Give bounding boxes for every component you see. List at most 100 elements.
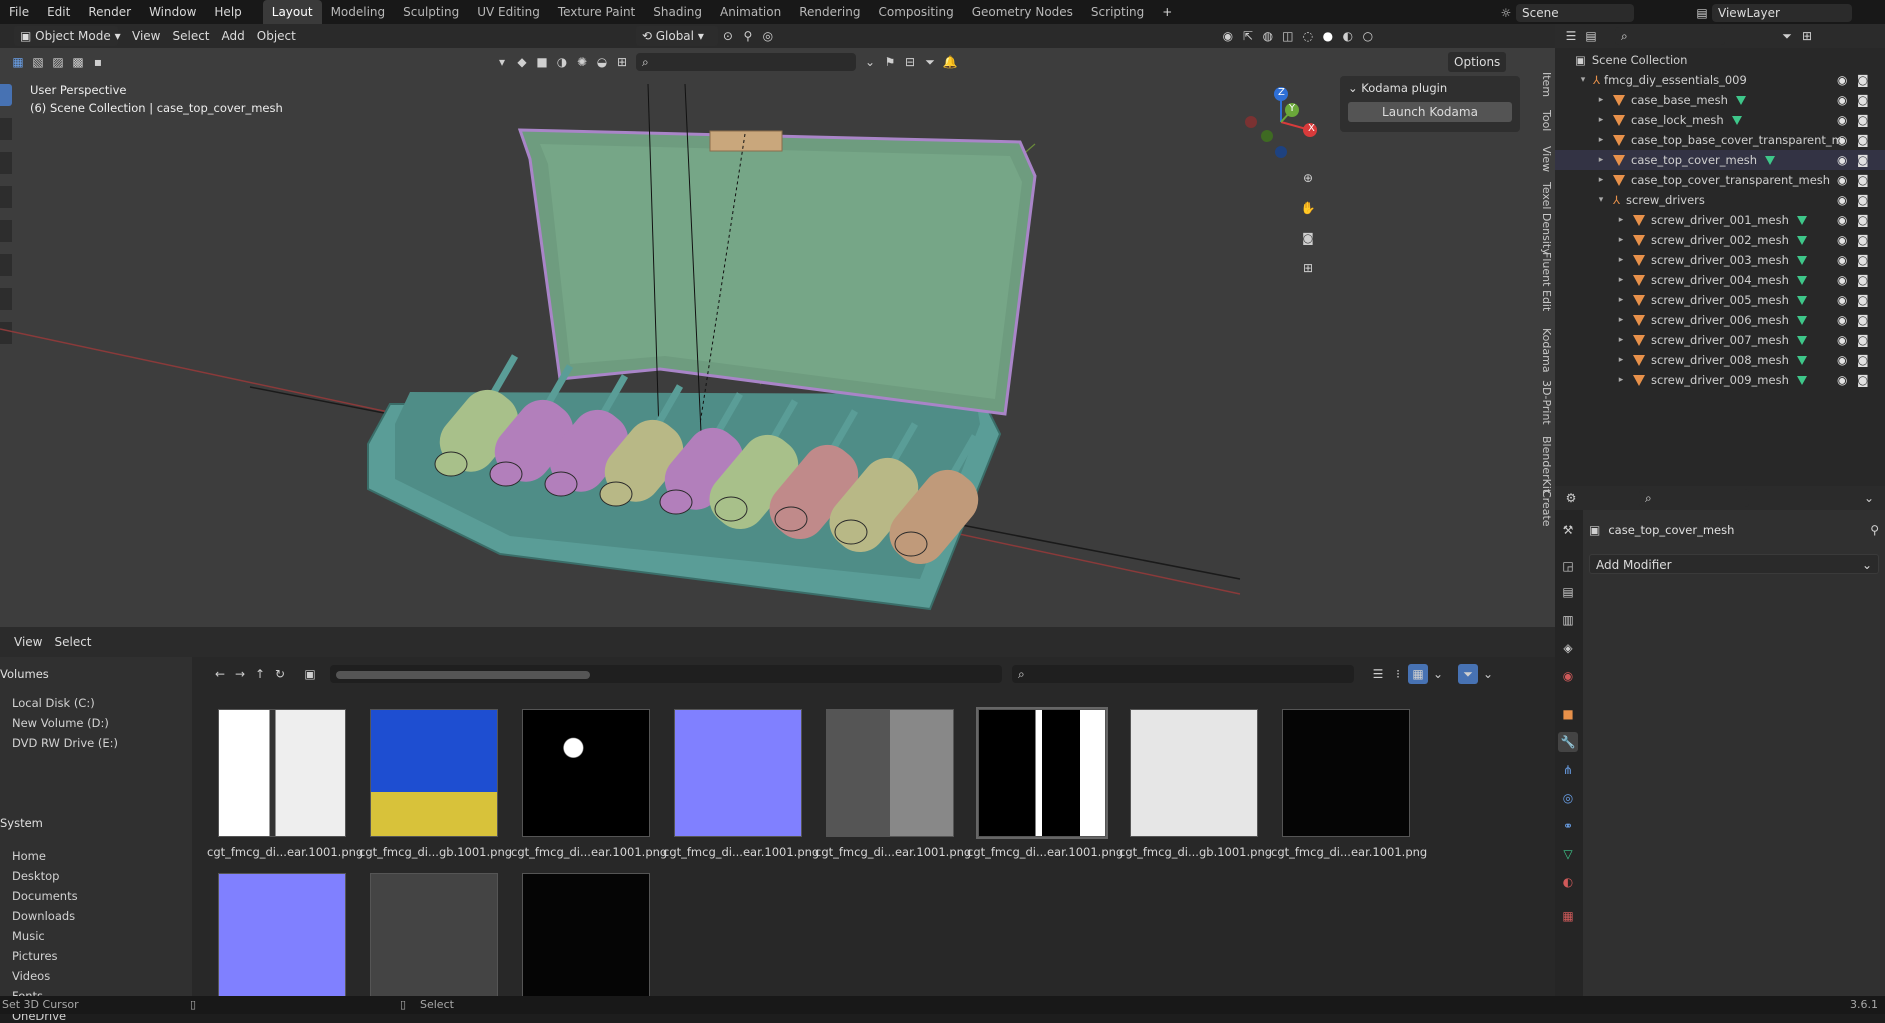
- data-icon[interactable]: ▽: [1558, 844, 1578, 864]
- eye-icon[interactable]: ◉: [1837, 213, 1847, 227]
- tab-shading[interactable]: Shading: [644, 0, 711, 24]
- system-item[interactable]: Desktop: [12, 869, 59, 883]
- expand-icon[interactable]: ▸: [1595, 135, 1607, 145]
- expand-icon[interactable]: ▸: [1615, 315, 1627, 325]
- refresh-icon[interactable]: ↻: [270, 664, 290, 684]
- world-icon[interactable]: ◉: [1558, 666, 1578, 686]
- outliner-row[interactable]: ▸ screw_driver_006_mesh ◉ ◙: [1555, 310, 1885, 330]
- launch-kodama-button[interactable]: Launch Kodama: [1348, 102, 1512, 122]
- expand-icon[interactable]: ▸: [1615, 235, 1627, 245]
- scene-icon[interactable]: ◈: [1558, 638, 1578, 658]
- forward-arrow-icon[interactable]: →: [230, 664, 250, 684]
- camera-icon[interactable]: ◙: [1857, 193, 1869, 207]
- thumbnail-image[interactable]: [370, 873, 498, 1001]
- camera-icon[interactable]: ◙: [1857, 153, 1869, 167]
- options-icon[interactable]: ⌄: [1859, 488, 1879, 508]
- eye-icon[interactable]: ◉: [1837, 373, 1847, 387]
- thumbnail-image[interactable]: [370, 709, 498, 837]
- pin-icon[interactable]: ⚲: [1870, 523, 1879, 537]
- sidebar-tab-view[interactable]: View: [1531, 146, 1553, 172]
- camera-icon[interactable]: ◙: [1857, 113, 1869, 127]
- add-modifier-dropdown[interactable]: Add Modifier ⌄: [1589, 554, 1879, 574]
- camera-icon[interactable]: ◙: [1857, 273, 1869, 287]
- menu-edit[interactable]: Edit: [38, 0, 79, 24]
- list-view-icon[interactable]: ☰: [1368, 664, 1388, 684]
- expand-icon[interactable]: ▸: [1615, 375, 1627, 385]
- object-icon[interactable]: ■: [1558, 704, 1578, 724]
- physics-icon[interactable]: ◎: [1558, 788, 1578, 808]
- menu-file[interactable]: File: [0, 0, 38, 24]
- filter-icon[interactable]: ⏷: [1777, 26, 1797, 46]
- eye-icon[interactable]: ◉: [1837, 133, 1847, 147]
- outliner-row[interactable]: ▸ case_lock_mesh ◉ ◙: [1555, 110, 1885, 130]
- add-workspace-button[interactable]: +: [1153, 0, 1181, 24]
- editor-type-icon[interactable]: ⚙: [1561, 488, 1581, 508]
- sidebar-tab-edit[interactable]: Edit: [1531, 290, 1553, 311]
- expand-icon[interactable]: ▾: [1595, 195, 1607, 205]
- expand-icon[interactable]: ▸: [1615, 355, 1627, 365]
- outliner-row[interactable]: ▸ screw_driver_001_mesh ◉ ◙: [1555, 210, 1885, 230]
- camera-icon[interactable]: ◙: [1857, 133, 1869, 147]
- camera-icon[interactable]: ◙: [1857, 233, 1869, 247]
- sidebar-tab-fluent[interactable]: Fluent: [1531, 252, 1553, 286]
- camera-icon[interactable]: ◙: [1857, 93, 1869, 107]
- sidebar-tab-3d-print[interactable]: 3D-Print: [1531, 380, 1553, 425]
- camera-icon[interactable]: ◙: [1857, 213, 1869, 227]
- eye-icon[interactable]: ◉: [1837, 313, 1847, 327]
- sidebar-tab-item[interactable]: Item: [1531, 72, 1553, 97]
- parent-dir-icon[interactable]: ↑: [250, 664, 270, 684]
- tab-animation[interactable]: Animation: [711, 0, 790, 24]
- system-item[interactable]: Documents: [12, 889, 78, 903]
- expand-icon[interactable]: ▸: [1615, 335, 1627, 345]
- thumbnail-image[interactable]: [1130, 709, 1258, 837]
- view-layer-icon[interactable]: ▥: [1558, 610, 1578, 630]
- outliner-row[interactable]: ▸ case_base_mesh ◉ ◙: [1555, 90, 1885, 110]
- eye-icon[interactable]: ◉: [1837, 153, 1847, 167]
- system-item[interactable]: Pictures: [12, 949, 58, 963]
- tab-texture-paint[interactable]: Texture Paint: [549, 0, 644, 24]
- tab-sculpting[interactable]: Sculpting: [394, 0, 468, 24]
- tab-rendering[interactable]: Rendering: [790, 0, 869, 24]
- thumbnail-image[interactable]: [674, 709, 802, 837]
- eye-icon[interactable]: ◉: [1837, 273, 1847, 287]
- new-folder-icon[interactable]: ▣: [300, 664, 320, 684]
- editor-type-icon[interactable]: ☰: [1561, 26, 1581, 46]
- 3d-viewport[interactable]: ▣ Object Mode ▾ View Select Add Object ⟲ Gl…: [0, 24, 1555, 627]
- viewlayer-field[interactable]: ViewLayer: [1712, 4, 1852, 22]
- texture-icon[interactable]: ▦: [1558, 906, 1578, 926]
- expand-icon[interactable]: ▸: [1595, 95, 1607, 105]
- path-input[interactable]: [330, 665, 1002, 683]
- menu-help[interactable]: Help: [205, 0, 250, 24]
- camera-icon[interactable]: ◙: [1857, 253, 1869, 267]
- thumbnail-image[interactable]: [522, 709, 650, 837]
- camera-icon[interactable]: ◙: [1857, 353, 1869, 367]
- eye-icon[interactable]: ◉: [1837, 173, 1847, 187]
- system-item[interactable]: Videos: [12, 969, 50, 983]
- thumbnail-image[interactable]: [976, 707, 1108, 839]
- system-item[interactable]: Music: [12, 929, 45, 943]
- pan-hand-icon[interactable]: ✋: [1298, 198, 1318, 218]
- sidebar-tab-tool[interactable]: Tool: [1531, 110, 1553, 131]
- eye-icon[interactable]: ◉: [1837, 193, 1847, 207]
- outliner-row[interactable]: ▾ ⅄ screw_drivers ◉ ◙: [1555, 190, 1885, 210]
- outliner-row[interactable]: ▸ screw_driver_007_mesh ◉ ◙: [1555, 330, 1885, 350]
- outliner-row[interactable]: ▸ case_top_base_cover_transparent_m ◉ ◙: [1555, 130, 1885, 150]
- eye-icon[interactable]: ◉: [1837, 113, 1847, 127]
- tab-layout[interactable]: Layout: [262, 0, 322, 24]
- expand-icon[interactable]: ▾: [1577, 75, 1589, 85]
- menu-window[interactable]: Window: [140, 0, 205, 24]
- outliner-row[interactable]: ▸ screw_driver_003_mesh ◉ ◙: [1555, 250, 1885, 270]
- volume-item[interactable]: DVD RW Drive (E:): [12, 736, 118, 750]
- camera-icon[interactable]: ◙: [1857, 173, 1869, 187]
- sidebar-tab-create[interactable]: Create: [1531, 490, 1553, 527]
- panel-collapse-icon[interactable]: ⌄: [1348, 81, 1361, 95]
- volume-item[interactable]: New Volume (D:): [12, 716, 109, 730]
- outliner-search-input[interactable]: ⌕: [1615, 27, 1725, 45]
- outliner-row[interactable]: ▸ screw_driver_002_mesh ◉ ◙: [1555, 230, 1885, 250]
- eye-icon[interactable]: ◉: [1837, 333, 1847, 347]
- system-item[interactable]: Downloads: [12, 909, 75, 923]
- outliner-row[interactable]: ▸ screw_driver_005_mesh ◉ ◙: [1555, 290, 1885, 310]
- outliner-row[interactable]: ▸ case_top_cover_mesh ◉ ◙: [1555, 150, 1885, 170]
- tab-scripting[interactable]: Scripting: [1082, 0, 1153, 24]
- eye-icon[interactable]: ◉: [1837, 293, 1847, 307]
